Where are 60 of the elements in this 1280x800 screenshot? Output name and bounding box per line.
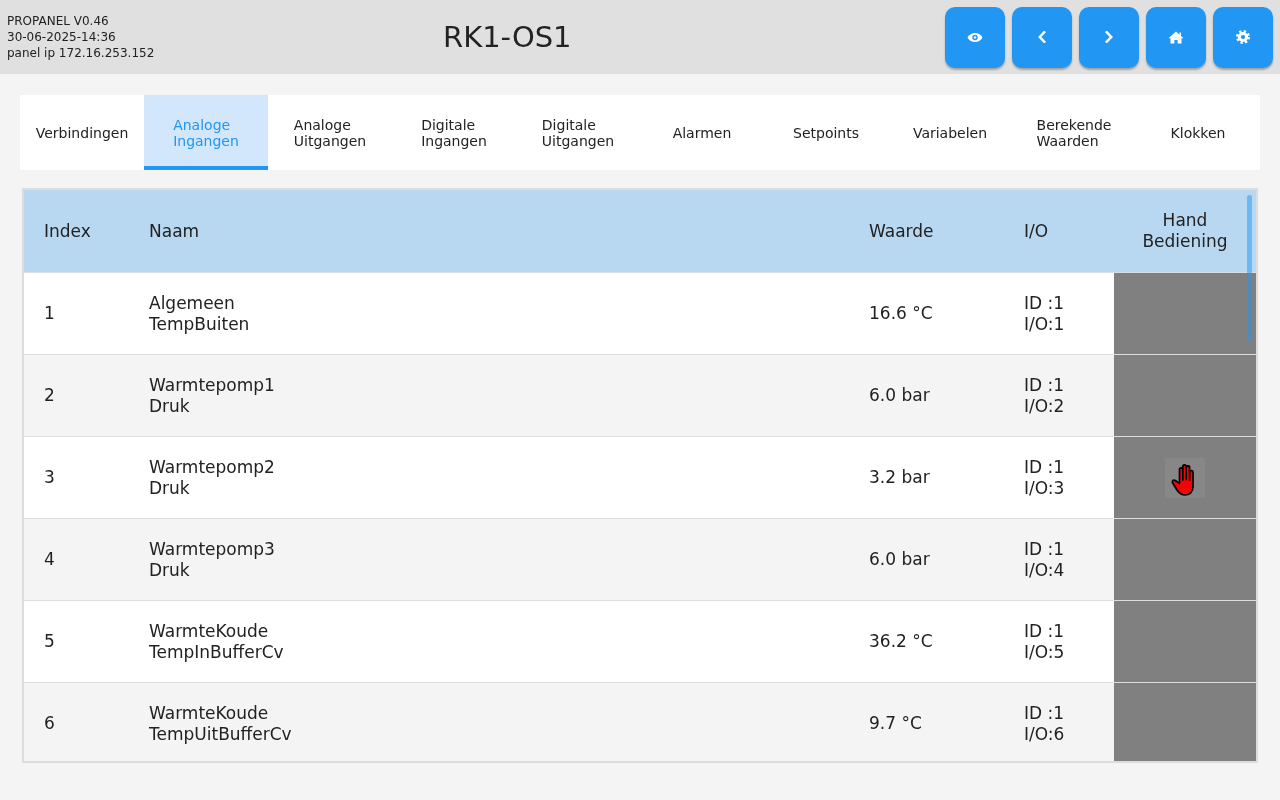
table-cell-text: Warmtepomp2 Druk: [149, 455, 276, 500]
table-cell-text: ID :1 I/O:4: [1024, 537, 1066, 582]
column-header: Index: [44, 220, 91, 242]
table-cell-text: 6.0 bar: [869, 548, 931, 571]
tab[interactable]: Variabelen: [888, 95, 1012, 170]
tab[interactable]: Setpoints: [764, 95, 888, 170]
column-header: Naam: [149, 220, 200, 242]
tab[interactable]: Berekende Waarden: [1012, 95, 1136, 170]
hand-control-cell[interactable]: [1114, 683, 1256, 761]
table-cell-text: ID :1 I/O:1: [1024, 291, 1066, 336]
table-cell-text: 3: [43, 466, 56, 489]
tab[interactable]: Klokken: [1136, 95, 1260, 170]
version-text: PROPANEL V0.46: [7, 13, 109, 29]
column-header: Waarde: [869, 220, 934, 242]
eye-icon: [967, 31, 983, 43]
view-button[interactable]: [945, 6, 1005, 68]
table-cell-text: Algemeen TempBuiten: [149, 291, 251, 336]
hand-control-cell[interactable]: [1114, 355, 1256, 436]
table-cell-text: 3.2 bar: [869, 466, 931, 489]
table-cell-text: ID :1 I/O:5: [1024, 619, 1066, 664]
table-cell-text: 6.0 bar: [869, 384, 931, 407]
table-cell-text: 5: [43, 630, 56, 653]
scrollbar[interactable]: [1247, 195, 1252, 341]
date-time-text: 30-06-2025-14:36: [7, 29, 116, 45]
hand-control-cell[interactable]: [1114, 601, 1256, 682]
table-cell-text: 16.6 °C: [869, 302, 934, 325]
tab[interactable]: Alarmen: [640, 95, 764, 170]
table-cell-text: 1: [43, 302, 56, 325]
hand-control-cell[interactable]: [1114, 519, 1256, 600]
table-cell-text: 36.2 °C: [869, 630, 934, 653]
settings-button[interactable]: [1213, 6, 1273, 68]
panel-ip-text: panel ip 172.16.253.152: [7, 45, 155, 61]
table-cell-text: 4: [43, 548, 56, 571]
table-cell-text: ID :1 I/O:2: [1024, 373, 1066, 418]
table-cell-text: 9.7 °C: [869, 712, 923, 735]
tab[interactable]: Digitale Ingangen: [392, 95, 516, 170]
tab[interactable]: Analoge Uitgangen: [268, 95, 392, 170]
chevron-right-icon: [1105, 31, 1113, 43]
hand-control-cell[interactable]: [1114, 437, 1256, 518]
settings-icon: [1236, 30, 1250, 44]
column-header: I/O: [1024, 220, 1049, 242]
table-cell-text: ID :1 I/O:6: [1024, 701, 1066, 746]
table-cell-text: Warmtepomp3 Druk: [149, 537, 276, 582]
page-title: RK1-OS1: [443, 19, 572, 55]
table-cell-text: 6: [43, 712, 56, 735]
tab[interactable]: Digitale Uitgangen: [516, 95, 640, 170]
home-button[interactable]: [1146, 6, 1206, 68]
table-cell-text: ID :1 I/O:3: [1024, 455, 1066, 500]
back-button[interactable]: [1012, 6, 1072, 68]
column-header: Hand Bediening: [1142, 210, 1228, 252]
hand-control-cell[interactable]: [1114, 273, 1256, 354]
table-cell-text: Warmtepomp1 Druk: [149, 373, 276, 418]
table-cell-text: 2: [43, 384, 56, 407]
tab[interactable]: Verbindingen: [20, 95, 144, 170]
hand-icon: [1165, 457, 1205, 498]
table-cell-text: WarmteKoude TempInBufferCv: [149, 619, 285, 664]
table-cell-text: WarmteKoude TempUitBufferCv: [149, 701, 293, 746]
home-icon: [1168, 30, 1184, 44]
forward-button[interactable]: [1079, 6, 1139, 68]
chevron-left-icon: [1038, 31, 1046, 43]
